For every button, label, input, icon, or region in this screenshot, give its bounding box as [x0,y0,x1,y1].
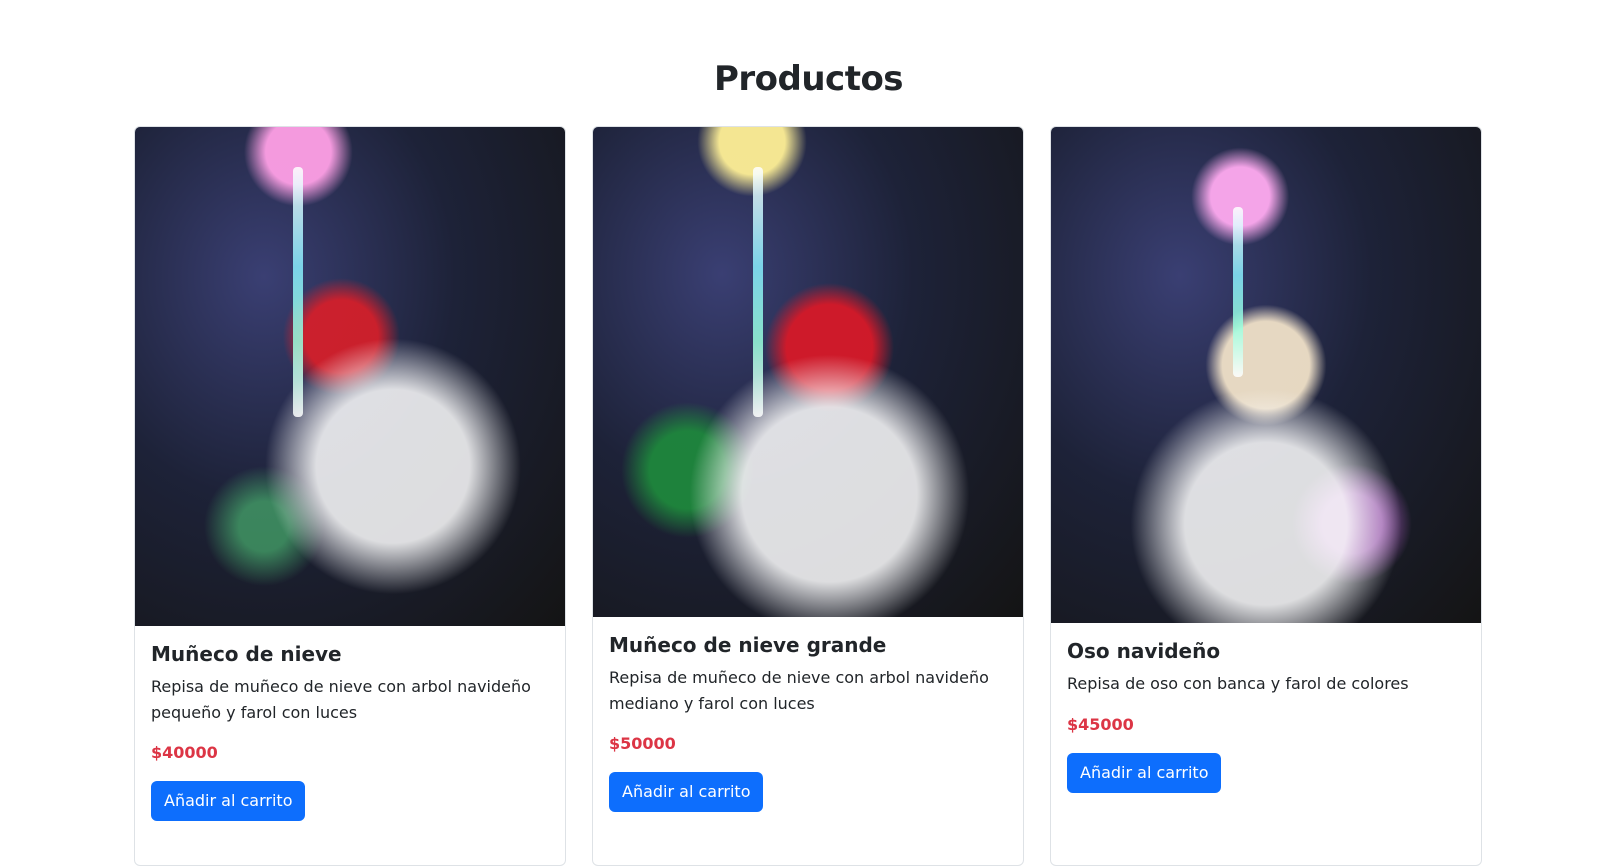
product-image [1051,127,1481,623]
product-card: Oso navideño Repisa de oso con banca y f… [1050,126,1482,866]
product-price: $45000 [1067,714,1134,734]
product-card: Muñeco de nieve Repisa de muñeco de niev… [134,126,566,866]
add-to-cart-button[interactable]: Añadir al carrito [151,781,306,821]
product-title: Muñeco de nieve grande [609,633,887,657]
product-description: Repisa de oso con banca y farol de color… [1067,674,1409,693]
page-title: Productos [713,59,904,99]
product-title: Oso navideño [1067,639,1221,663]
product-image [135,127,565,626]
product-price: $50000 [609,734,676,753]
product-card: Muñeco de nieve grande Repisa de muñeco … [592,126,1024,866]
product-image [593,127,1023,617]
product-title: Muñeco de nieve [151,642,342,666]
product-description: Repisa de muñeco de nieve con arbol navi… [609,668,989,713]
product-description: Repisa de muñeco de nieve con arbol navi… [151,677,531,722]
product-price: $40000 [151,743,218,762]
add-to-cart-button[interactable]: Añadir al carrito [1067,752,1222,793]
add-to-cart-button[interactable]: Añadir al carrito [609,772,764,812]
